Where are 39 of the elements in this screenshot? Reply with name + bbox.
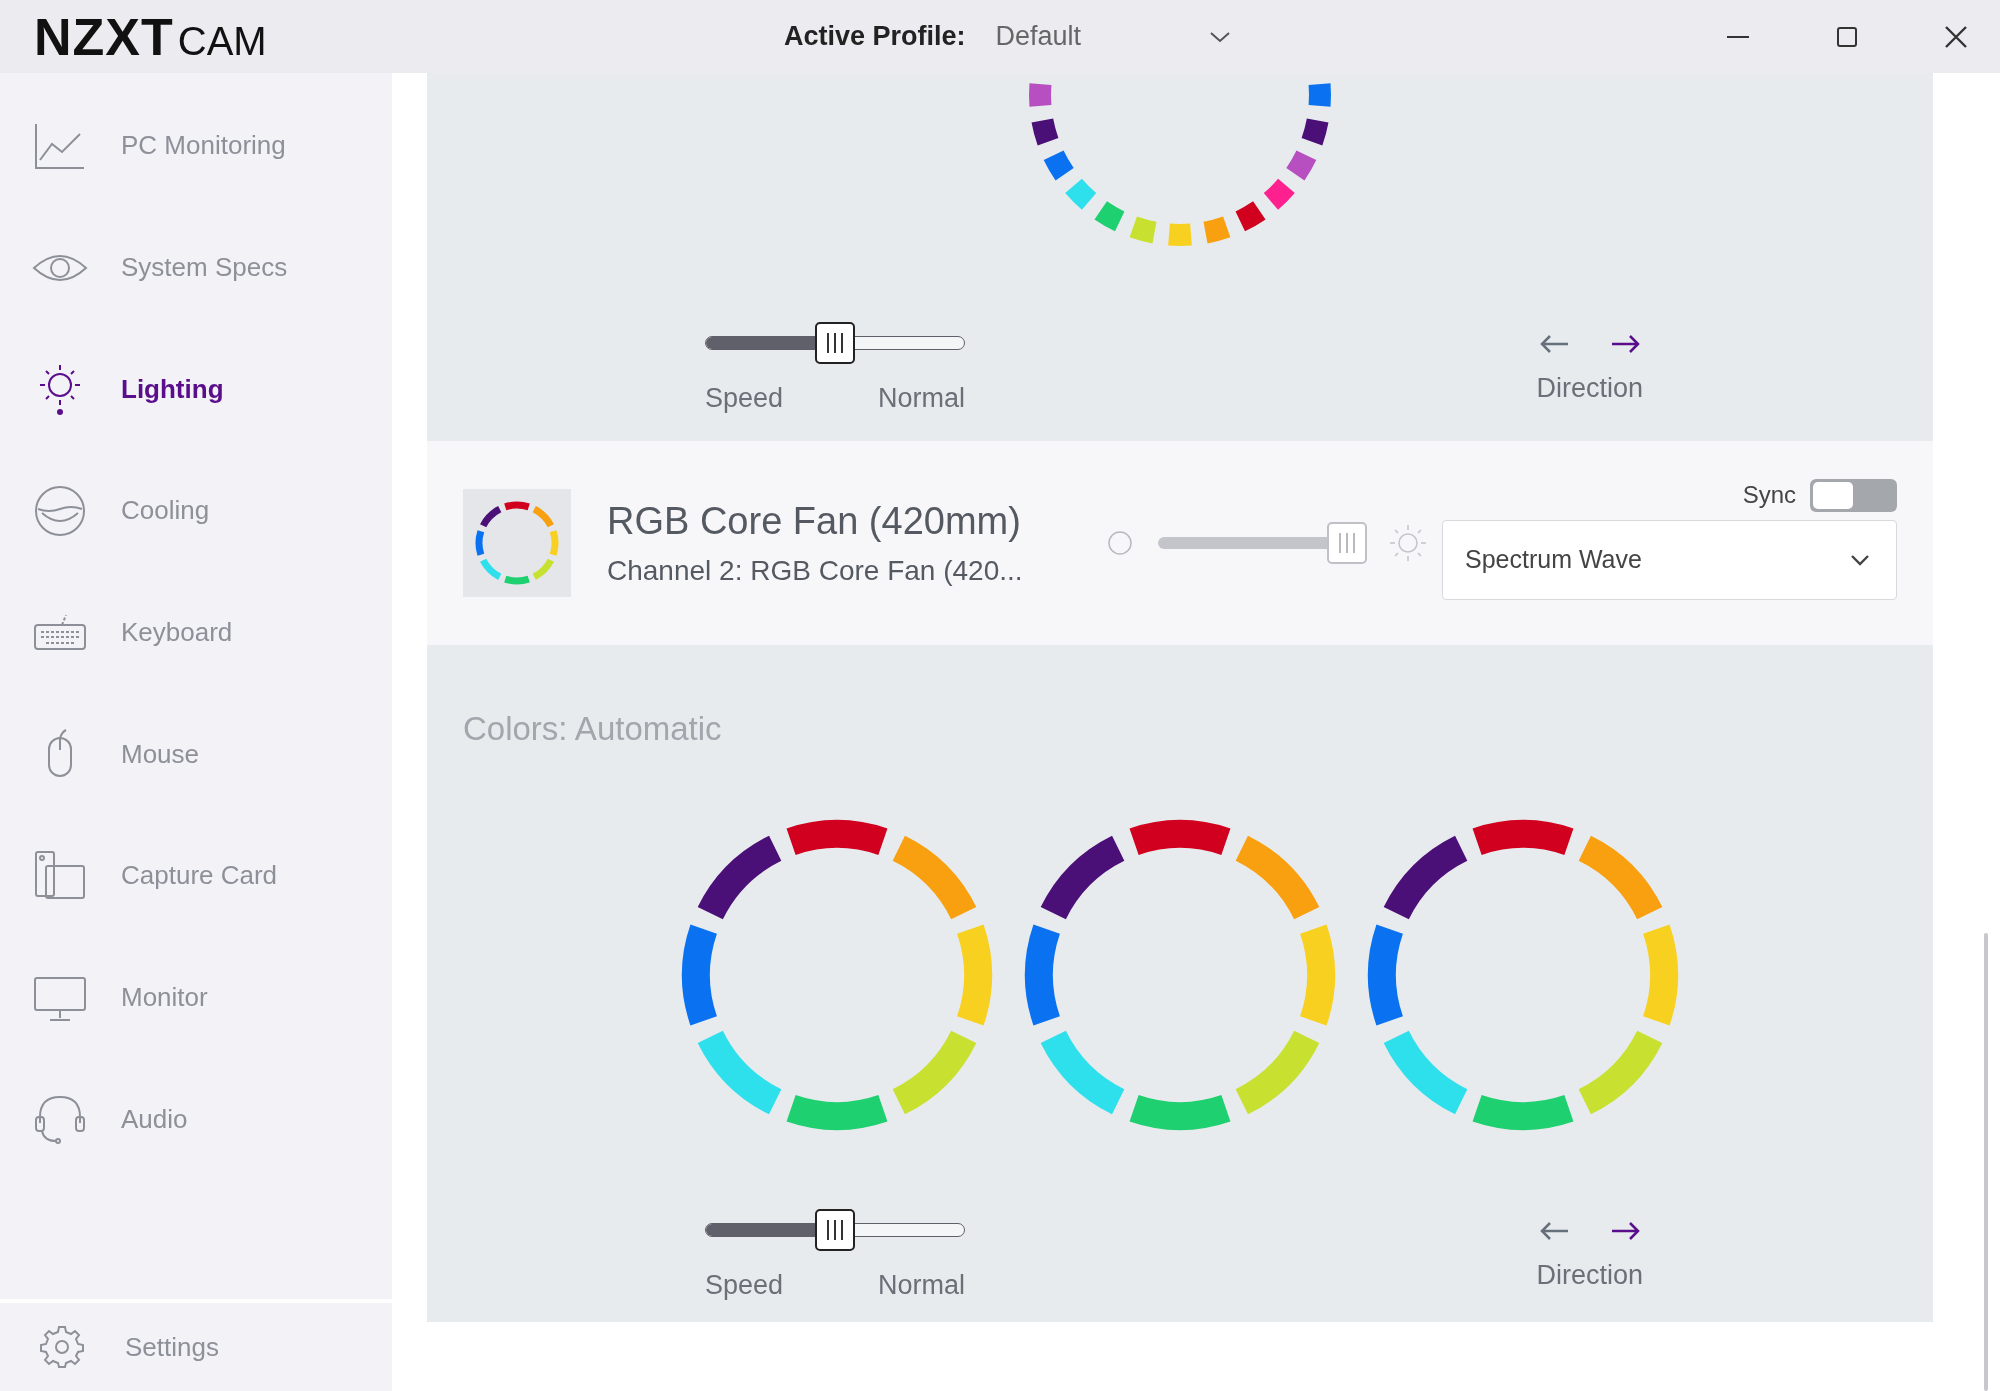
dim-icon <box>1107 530 1133 556</box>
speed-label: Speed <box>705 383 784 414</box>
colors-label: Colors: Automatic <box>463 710 722 748</box>
brand-logo: NZXT <box>34 6 174 67</box>
right-arrow-icon[interactable] <box>1609 1220 1640 1242</box>
device-channel: Channel 2: RGB Core Fan (420... <box>607 554 1024 587</box>
speed-label: Speed <box>705 1270 784 1301</box>
sync-label: Sync <box>1742 481 1796 509</box>
profile-dropdown[interactable]: Default <box>995 17 1231 56</box>
right-arrow-icon[interactable] <box>1609 333 1640 355</box>
profile-label: Active Profile: <box>784 21 966 52</box>
product-name: CAM <box>177 18 267 64</box>
speed-value: Normal <box>878 383 965 414</box>
settings-item[interactable]: Settings <box>0 1299 392 1391</box>
maximize-icon[interactable] <box>1835 24 1859 49</box>
direction-label: Direction <box>1536 373 1643 404</box>
mode-dropdown[interactable]: Spectrum Wave <box>1442 519 1897 600</box>
sidebar-item[interactable]: System Specs <box>0 206 392 329</box>
sidebar-item[interactable]: Mouse <box>0 693 392 816</box>
left-arrow-icon[interactable] <box>1539 1220 1570 1242</box>
sidebar-item[interactable]: Monitor <box>0 936 392 1059</box>
slider-thumb[interactable] <box>815 322 855 364</box>
sidebar-item[interactable]: Keyboard <box>0 571 392 694</box>
slider-thumb[interactable] <box>815 1209 855 1251</box>
sidebar-item[interactable]: Audio <box>0 1058 392 1181</box>
chevron-icon <box>1208 29 1231 44</box>
sun-icon <box>1388 523 1428 563</box>
device-name: RGB Core Fan (420mm) <box>607 499 1022 543</box>
sidebar-item[interactable]: Capture Card <box>0 815 392 937</box>
speed-value: Normal <box>878 1270 965 1301</box>
sidebar-item[interactable]: Cooling <box>0 450 392 572</box>
direction-label: Direction <box>1536 1260 1643 1291</box>
sync-toggle[interactable] <box>1810 478 1897 512</box>
sidebar-item[interactable]: Lighting <box>0 328 392 451</box>
chevron-icon <box>1850 553 1870 566</box>
left-arrow-icon[interactable] <box>1539 333 1570 355</box>
close-icon[interactable] <box>1944 24 1968 49</box>
sidebar-item[interactable]: PC Monitoring <box>0 85 392 207</box>
fan-ring-icon <box>463 489 571 597</box>
